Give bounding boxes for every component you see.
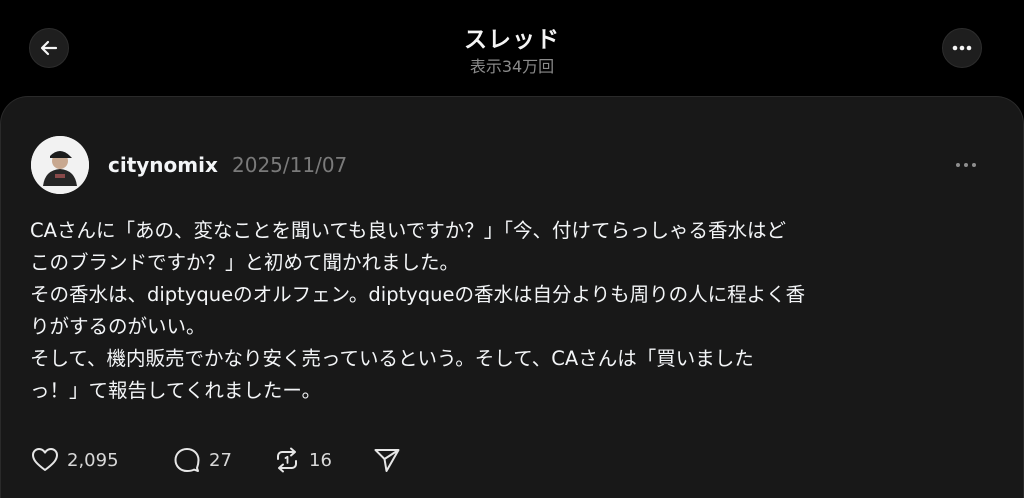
post-line: CAさんに「あの、変なことを聞いても良いですか？」「今、付けてらっしゃる香水はど xyxy=(30,219,787,242)
dot-icon xyxy=(972,163,976,167)
more-horizontal-icon xyxy=(952,45,972,51)
avatar-illustration-icon xyxy=(31,136,89,194)
reply-count: 27 xyxy=(209,449,232,471)
page-title: スレッド xyxy=(464,27,560,53)
heart-icon xyxy=(32,448,58,471)
post-card: citynomix 2025/11/07 CAさんに「あの、変なことを聞いても良… xyxy=(0,96,1024,498)
top-bar: スレッド 表示34万回 xyxy=(0,0,1024,96)
share-button[interactable] xyxy=(373,445,401,475)
like-button[interactable]: 2,095 xyxy=(31,445,119,475)
post-actions: 2,095 27 16 xyxy=(31,445,451,475)
reply-button[interactable]: 27 xyxy=(173,445,232,475)
post-body: CAさんに「あの、変なことを聞いても良いですか？」「今、付けてらっしゃる香水はど… xyxy=(30,215,990,407)
post-line: その香水は、diptyqueのオルフェン。diptyqueの香水は自分よりも周り… xyxy=(30,283,806,306)
post-date: 2025/11/07 xyxy=(232,153,348,177)
avatar[interactable] xyxy=(31,136,89,194)
like-count: 2,095 xyxy=(67,449,119,471)
repost-button[interactable]: 16 xyxy=(273,445,332,475)
thread-screen: スレッド 表示34万回 citynomix 2025/11/07 CAさんに「あ… xyxy=(0,0,1024,498)
post-line: りがするのがいい。 xyxy=(30,315,206,338)
post-line: そして、機内販売でかなり安く売っているという。そして、CAさんは「買いました xyxy=(30,347,754,370)
dot-icon xyxy=(964,163,968,167)
repost-count: 16 xyxy=(309,449,332,471)
post-username[interactable]: citynomix xyxy=(108,153,218,177)
post-line: このブランドですか？」と初めて聞かれました。 xyxy=(30,251,460,274)
view-count: 表示34万回 xyxy=(469,57,555,76)
repost-icon xyxy=(277,447,297,473)
post-line: っ！」て報告してくれましたー。 xyxy=(30,379,322,402)
dot-icon xyxy=(956,163,960,167)
post-more-button[interactable] xyxy=(949,155,983,175)
more-options-button[interactable] xyxy=(942,28,982,68)
comment-icon xyxy=(174,448,200,472)
send-icon xyxy=(374,449,400,472)
